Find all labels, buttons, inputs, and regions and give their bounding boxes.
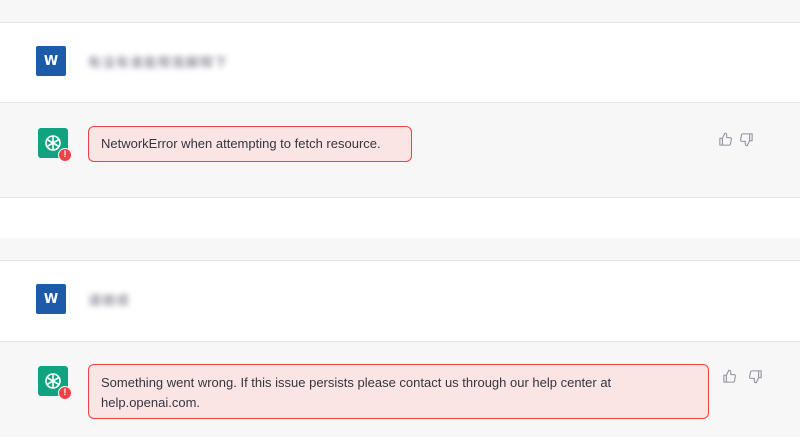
- error-message-text: NetworkError when attempting to fetch re…: [101, 136, 381, 151]
- alert-icon: !: [58, 386, 72, 400]
- top-band: [0, 0, 800, 22]
- thumbs-down-icon[interactable]: [739, 132, 754, 147]
- error-message: Something went wrong. If this issue pers…: [88, 364, 709, 419]
- user-avatar: W: [36, 46, 66, 76]
- assistant-avatar: !: [38, 128, 72, 162]
- thumbs-up-icon[interactable]: [722, 369, 737, 384]
- help-link[interactable]: help.openai.com.: [101, 393, 696, 413]
- assistant-avatar: !: [38, 366, 72, 400]
- spacer: [0, 198, 800, 238]
- alert-icon: !: [58, 148, 72, 162]
- thumbs-up-icon[interactable]: [718, 132, 733, 147]
- user-message-text: 有没有谁能帮我解释下: [88, 55, 229, 70]
- thumbs-down-icon[interactable]: [748, 369, 763, 384]
- error-message-text: Something went wrong. If this issue pers…: [101, 375, 612, 390]
- user-avatar: W: [36, 284, 66, 314]
- user-message-text: 请继续: [88, 293, 131, 308]
- error-message: NetworkError when attempting to fetch re…: [88, 126, 412, 162]
- spacer-gray: [0, 238, 800, 260]
